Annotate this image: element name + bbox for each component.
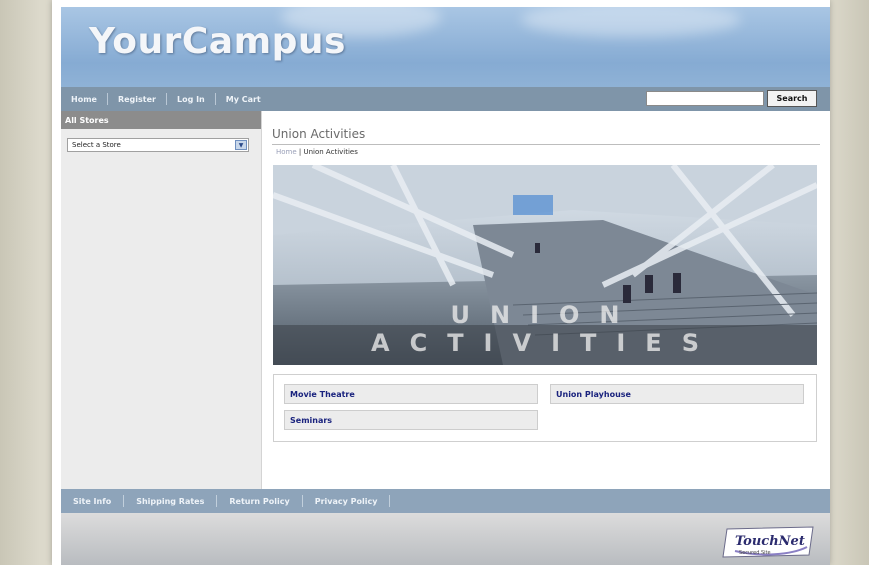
footer-return-policy[interactable]: Return Policy: [217, 497, 301, 506]
sidebar-heading: All Stores: [61, 111, 261, 129]
search-input[interactable]: [646, 91, 764, 106]
link-seminars[interactable]: Seminars: [284, 410, 538, 430]
site-logo[interactable]: YourCampus: [89, 21, 346, 62]
title-divider: [272, 144, 820, 145]
sidebar: All Stores Select a Store ▼: [61, 111, 262, 489]
activity-links: Movie Theatre Union Playhouse Seminars: [273, 374, 817, 442]
touchnet-logo[interactable]: TouchNet Secured Site: [721, 525, 817, 559]
store-select[interactable]: Select a Store ▼: [67, 138, 249, 152]
nav-item-cart[interactable]: My Cart: [216, 95, 271, 104]
link-movie-theatre[interactable]: Movie Theatre: [284, 384, 538, 404]
cloud-decoration: [521, 7, 741, 37]
footer-separator: [389, 495, 391, 507]
chevron-down-icon[interactable]: ▼: [235, 140, 247, 150]
footer-privacy-policy[interactable]: Privacy Policy: [303, 497, 390, 506]
footer-site-info[interactable]: Site Info: [61, 497, 123, 506]
footer-shipping-rates[interactable]: Shipping Rates: [124, 497, 216, 506]
page-title: Union Activities: [272, 127, 366, 141]
link-union-playhouse[interactable]: Union Playhouse: [550, 384, 804, 404]
search-button[interactable]: Search: [767, 90, 817, 107]
touchnet-brand: TouchNet: [735, 534, 805, 549]
breadcrumb: Home | Union Activities: [276, 148, 358, 156]
store-select-value: Select a Store: [72, 141, 121, 149]
nav-item-register[interactable]: Register: [108, 95, 166, 104]
touchnet-tagline: Secured Site: [739, 550, 771, 556]
footer-nav: Site Info Shipping Rates Return Policy P…: [61, 489, 830, 513]
nav-item-login[interactable]: Log In: [167, 95, 215, 104]
banner-image: UNION ACTIVITIES: [273, 165, 817, 365]
footer-bottom: TouchNet Secured Site: [61, 513, 830, 565]
main-content: Union Activities Home | Union Activities: [262, 111, 830, 489]
banner-title: UNION ACTIVITIES: [371, 301, 719, 357]
breadcrumb-current: Union Activities: [303, 148, 358, 156]
breadcrumb-home[interactable]: Home: [276, 148, 297, 156]
nav-item-home[interactable]: Home: [61, 95, 107, 104]
site-header: YourCampus: [61, 7, 830, 87]
page-container: YourCampus Home Register Log In My Cart …: [52, 0, 830, 565]
